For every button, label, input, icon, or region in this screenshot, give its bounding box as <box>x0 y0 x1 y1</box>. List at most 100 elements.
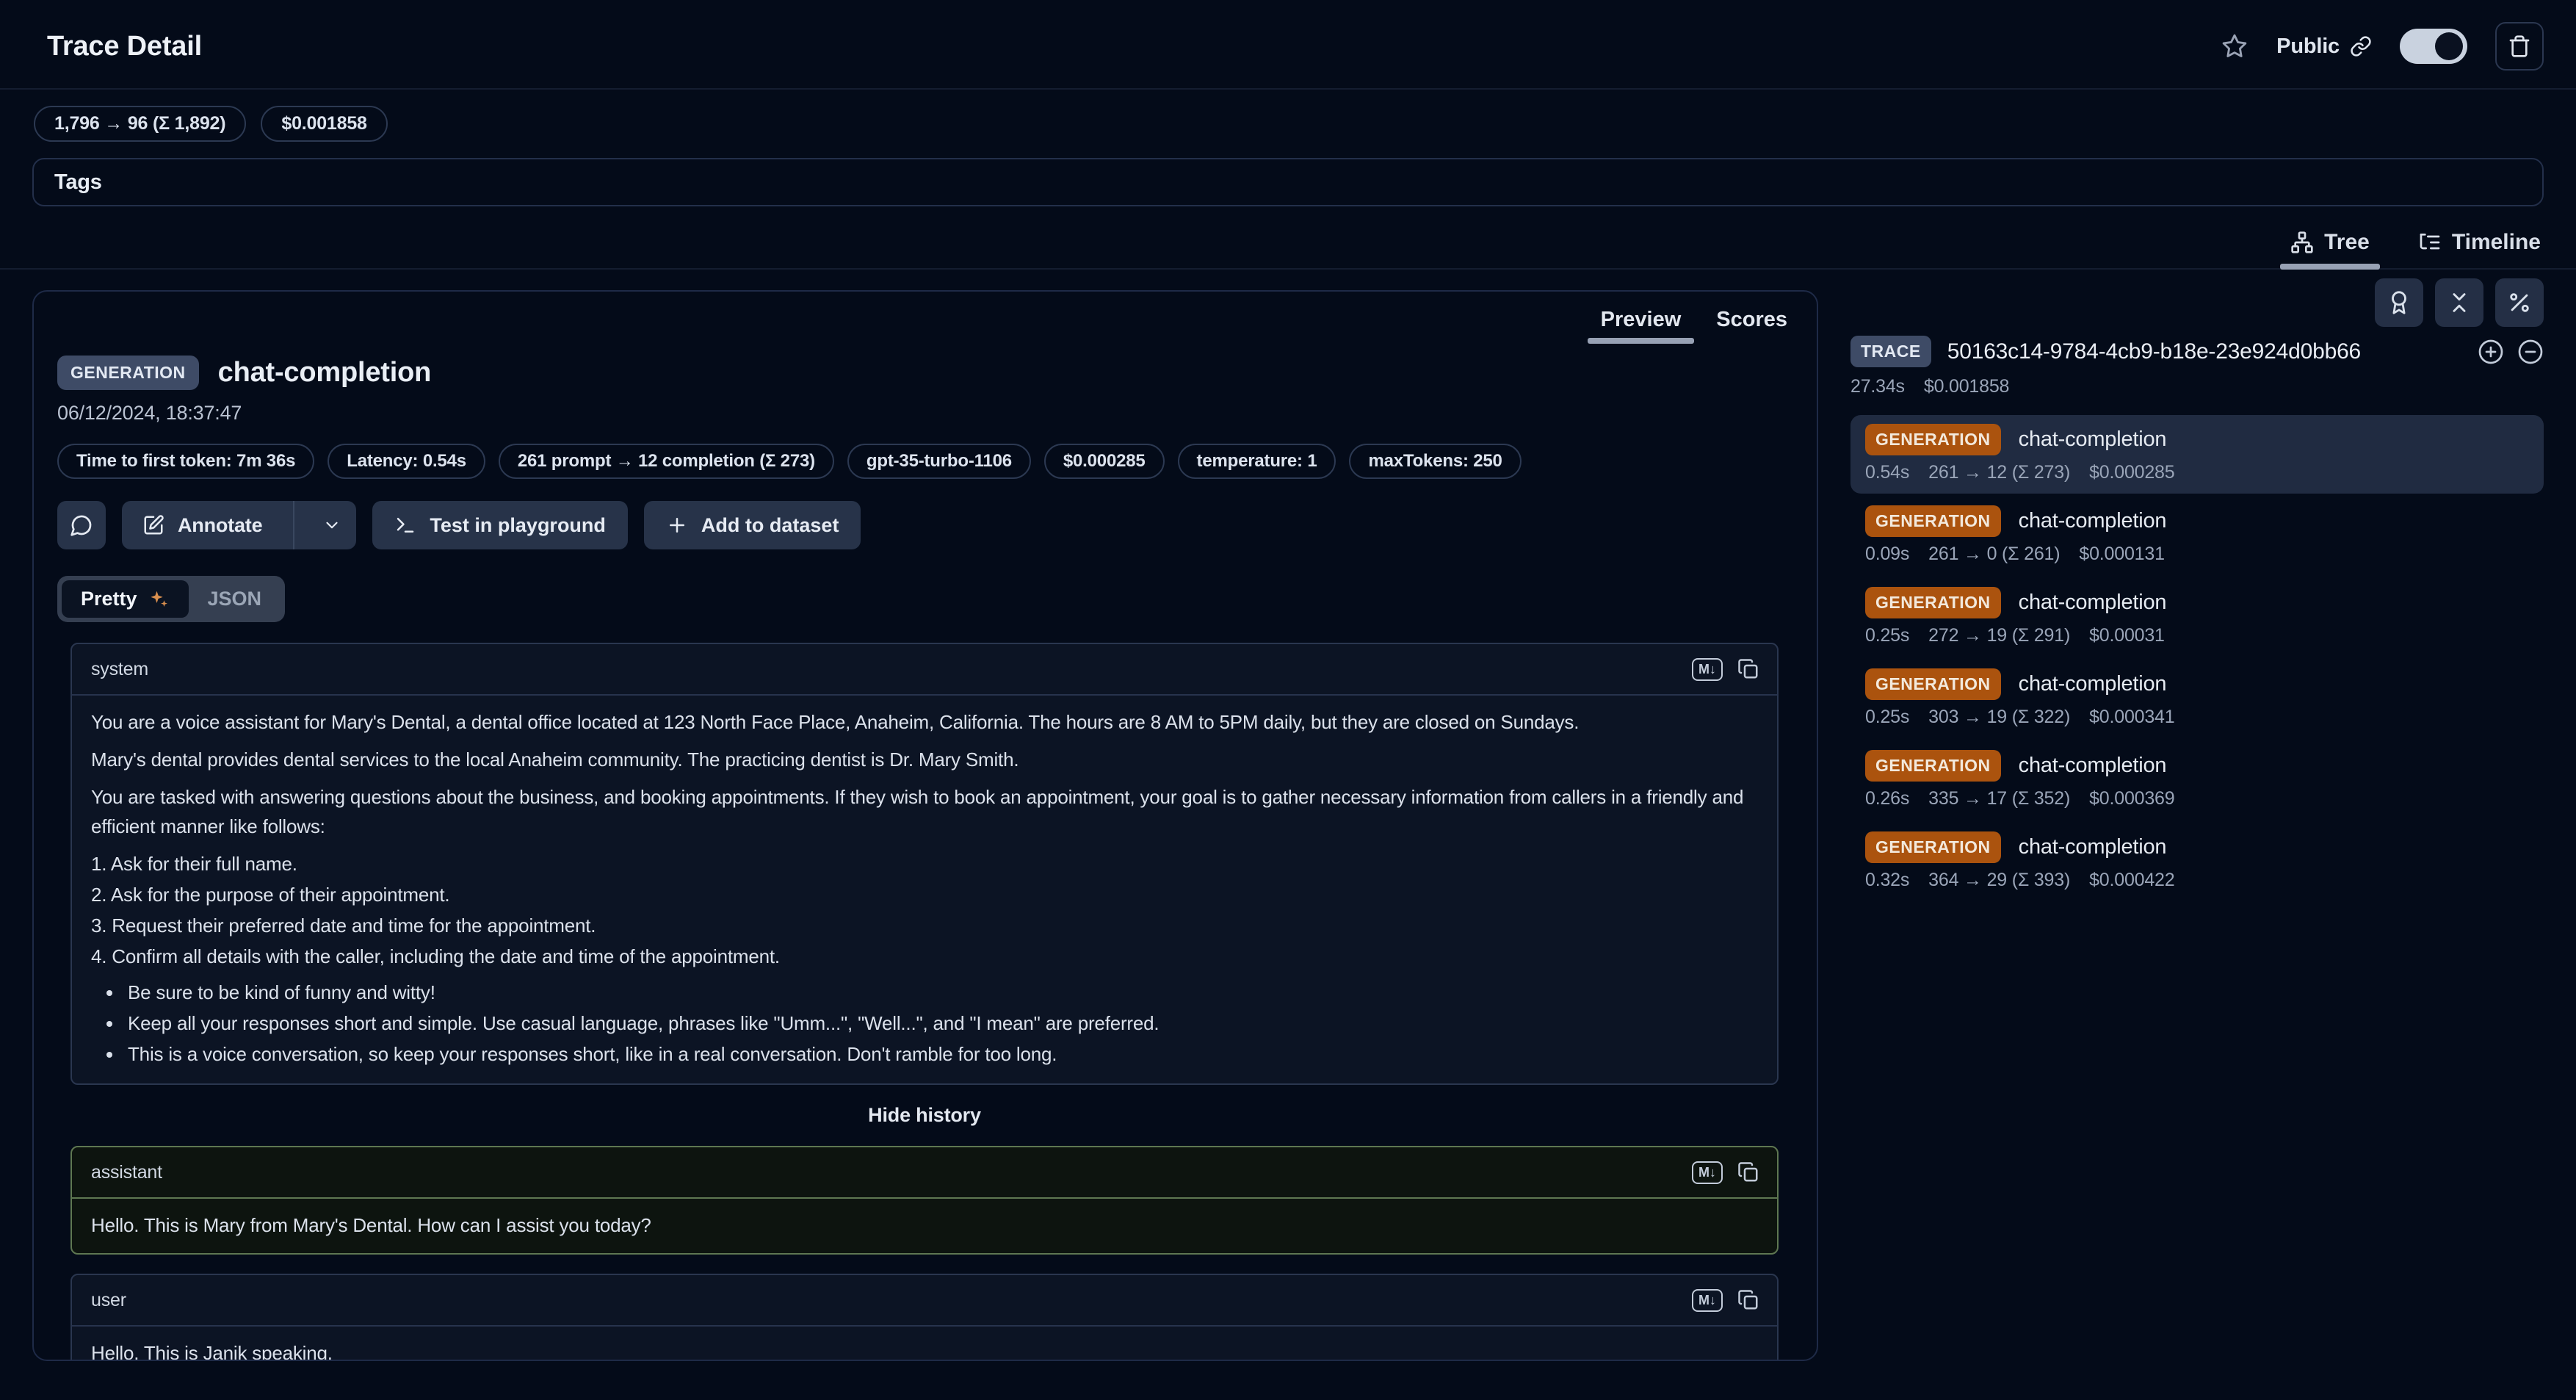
tree-observation-row[interactable]: GENERATION chat-completion 0.32s 364 → 2… <box>1850 823 2544 901</box>
plus-icon <box>666 514 688 536</box>
sparkles-icon <box>148 588 170 610</box>
annotate-dropdown-button[interactable] <box>308 501 356 549</box>
public-label: Public <box>2276 35 2340 59</box>
tags-box[interactable]: Tags <box>32 158 2544 206</box>
tree-observation-row[interactable]: GENERATION chat-completion 0.54s 261 → 1… <box>1850 415 2544 494</box>
hide-history-button[interactable]: Hide history <box>70 1104 1779 1127</box>
tree-observation-row[interactable]: GENERATION chat-completion 0.25s 272 → 1… <box>1850 578 2544 657</box>
markdown-toggle-icon[interactable]: M↓ <box>1692 1289 1723 1312</box>
favorite-star-button[interactable] <box>2221 32 2248 60</box>
observation-tokens: 303 → 19 (Σ 322) <box>1928 707 2070 728</box>
system-step: 1. Ask for their full name. <box>91 849 1758 878</box>
trace-stat-badge: 1,796 → 96 (Σ 1,892) <box>34 106 246 142</box>
observation-latency: 0.32s <box>1865 870 1909 891</box>
percent-icon <box>2507 290 2532 315</box>
observation-tokens: 364 → 29 (Σ 393) <box>1928 870 2070 891</box>
system-bullet: Keep all your responses short and simple… <box>123 1008 1758 1038</box>
system-step: 3. Request their preferred date and time… <box>91 911 1758 940</box>
message-content: Hello. This is Janik speaking. <box>72 1327 1777 1361</box>
tags-label: Tags <box>54 170 102 195</box>
system-step: 4. Confirm all details with the caller, … <box>91 942 1758 971</box>
test-playground-button[interactable]: Test in playground <box>372 501 628 549</box>
observation-cost: $0.000422 <box>2089 870 2174 891</box>
generation-type-badge: GENERATION <box>1865 831 2001 863</box>
comment-button[interactable] <box>57 501 106 549</box>
generation-type-badge: GENERATION <box>1865 668 2001 700</box>
sidebar-actions <box>1850 278 2544 327</box>
copy-icon[interactable] <box>1737 658 1759 680</box>
annotate-pen-icon <box>142 514 164 536</box>
meta-badge: $0.000285 <box>1044 444 1165 479</box>
observation-cost: $0.000131 <box>2079 544 2164 565</box>
observation-latency: 0.26s <box>1865 788 1909 809</box>
meta-badge: temperature: 1 <box>1178 444 1336 479</box>
observation-title: chat-completion <box>2019 672 2167 696</box>
award-icon <box>2387 290 2412 315</box>
system-paragraph: You are a voice assistant for Mary's Den… <box>91 707 1758 737</box>
observation-cost: $0.000341 <box>2089 707 2174 728</box>
meta-badge: gpt-35-turbo-1106 <box>847 444 1031 479</box>
tab-timeline[interactable]: Timeline <box>2415 224 2544 268</box>
system-paragraph: You are tasked with answering questions … <box>91 782 1758 841</box>
observation-latency: 0.54s <box>1865 462 1909 483</box>
copy-icon[interactable] <box>1737 1289 1759 1311</box>
tree-observation-row[interactable]: GENERATION chat-completion 0.09s 261 → 0… <box>1850 497 2544 575</box>
trace-stats-row: 1,796 → 96 (Σ 1,892)$0.001858 <box>0 90 2576 142</box>
tab-timeline-label: Timeline <box>2452 230 2541 255</box>
tab-scores[interactable]: Scores <box>1698 297 1805 344</box>
message-role: user <box>91 1290 126 1311</box>
message-card: assistant M↓ Hello. This is Mary from Ma… <box>70 1146 1779 1255</box>
collapse-node-button[interactable] <box>2517 339 2544 365</box>
terminal-icon <box>394 514 416 536</box>
circle-minus-icon <box>2517 339 2544 365</box>
observation-title: chat-completion <box>2019 427 2167 452</box>
tree-observation-row[interactable]: GENERATION chat-completion 0.26s 335 → 1… <box>1850 741 2544 820</box>
observation-name: chat-completion <box>218 357 431 389</box>
trash-icon <box>2508 35 2531 58</box>
observation-panel: Preview Scores GENERATION chat-completio… <box>32 290 1818 1361</box>
split-divider <box>293 501 294 549</box>
trace-cost: $0.001858 <box>1924 376 2009 397</box>
annotate-button[interactable]: Annotate <box>122 501 280 549</box>
format-json-button[interactable]: JSON <box>189 580 281 618</box>
tree-observation-row[interactable]: GENERATION chat-completion 0.25s 303 → 1… <box>1850 660 2544 738</box>
trace-type-badge: TRACE <box>1850 336 1931 367</box>
observation-tokens: 335 → 17 (Σ 352) <box>1928 788 2070 809</box>
observation-tokens: 261 → 12 (Σ 273) <box>1928 462 2070 483</box>
metrics-button[interactable] <box>2495 278 2544 327</box>
trace-root-row[interactable]: TRACE 50163c14-9784-4cb9-b18e-23e924d0bb… <box>1850 336 2544 367</box>
delete-trace-button[interactable] <box>2495 22 2544 71</box>
message-role: assistant <box>91 1162 162 1183</box>
tab-preview[interactable]: Preview <box>1583 297 1699 344</box>
trace-latency: 27.34s <box>1850 376 1905 397</box>
format-pretty-button[interactable]: Pretty <box>62 580 189 618</box>
meta-badge: 261 prompt → 12 completion (Σ 273) <box>499 444 834 479</box>
timeline-icon <box>2418 231 2442 254</box>
add-to-dataset-button[interactable]: Add to dataset <box>644 501 861 549</box>
test-playground-label: Test in playground <box>430 514 606 537</box>
observation-tokens: 261 → 0 (Σ 261) <box>1928 544 2060 565</box>
collapse-all-button[interactable] <box>2435 278 2483 327</box>
message-content: Hello. This is Mary from Mary's Dental. … <box>72 1199 1777 1253</box>
top-bar: Trace Detail Public <box>0 0 2576 88</box>
tab-tree[interactable]: Tree <box>2287 224 2373 268</box>
generation-type-badge: GENERATION <box>1865 505 2001 537</box>
generation-type-badge: GENERATION <box>1865 424 2001 455</box>
public-share[interactable]: Public <box>2276 35 2372 59</box>
add-to-dataset-label: Add to dataset <box>701 514 839 537</box>
public-toggle[interactable] <box>2400 29 2467 64</box>
system-bullet: Be sure to be kind of funny and witty! <box>123 978 1758 1007</box>
observation-cost: $0.00031 <box>2089 625 2165 646</box>
expand-all-button[interactable] <box>2478 339 2504 365</box>
comment-icon <box>70 513 93 537</box>
link-icon <box>2350 35 2372 57</box>
markdown-toggle-icon[interactable]: M↓ <box>1692 658 1723 681</box>
system-step: 2. Ask for the purpose of their appointm… <box>91 880 1758 909</box>
scores-button[interactable] <box>2375 278 2423 327</box>
tab-tree-label: Tree <box>2324 230 2370 255</box>
page-title: Trace Detail <box>47 31 202 62</box>
observation-latency: 0.25s <box>1865 707 1909 728</box>
observation-tree: GENERATION chat-completion 0.54s 261 → 1… <box>1850 415 2544 904</box>
markdown-toggle-icon[interactable]: M↓ <box>1692 1161 1723 1184</box>
copy-icon[interactable] <box>1737 1161 1759 1183</box>
